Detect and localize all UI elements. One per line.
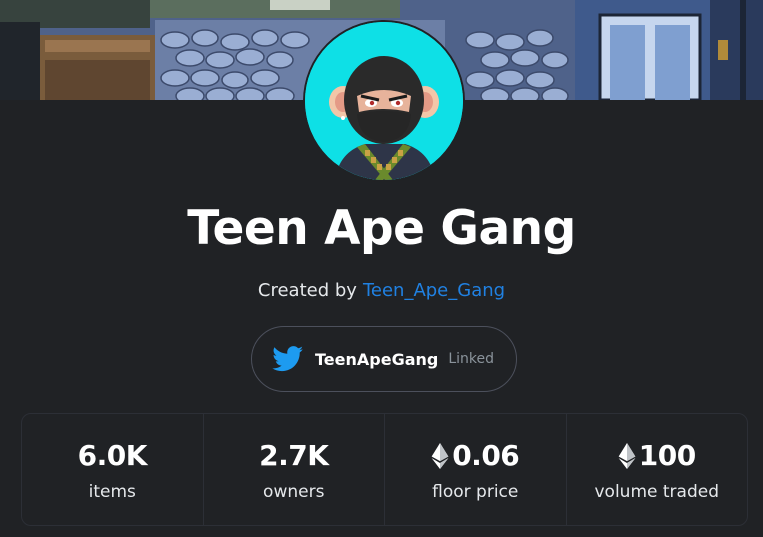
twitter-account-button[interactable]: TeenApeGang Linked <box>251 326 517 392</box>
stat-floor-price[interactable]: 0.06 floor price <box>385 414 567 525</box>
creator-link[interactable]: Teen_Ape_Gang <box>363 280 505 301</box>
stat-label: owners <box>263 481 325 502</box>
stat-value: 2.7K <box>259 439 329 472</box>
created-by: Created by Teen_Ape_Gang <box>0 279 763 303</box>
stat-label: floor price <box>432 481 519 502</box>
collection-avatar <box>303 20 465 182</box>
collection-stats: 6.0K items 2.7K owners 0.06 floor price … <box>21 413 748 526</box>
stat-items[interactable]: 6.0K items <box>22 414 204 525</box>
stat-label: items <box>88 481 136 502</box>
ethereum-icon <box>431 442 449 469</box>
stat-value: 0.06 <box>452 439 520 472</box>
stat-value: 100 <box>638 439 696 472</box>
twitter-icon <box>272 346 304 372</box>
collection-page: Teen Ape Gang Created by Teen_Ape_Gang Te… <box>0 0 763 537</box>
stat-value: 6.0K <box>77 439 148 472</box>
stat-label: volume traded <box>594 481 720 502</box>
ethereum-icon <box>618 442 636 469</box>
created-by-label: Created by <box>257 280 357 301</box>
stat-owners[interactable]: 2.7K owners <box>204 414 385 525</box>
collection-title: Teen Ape Gang <box>187 201 576 256</box>
stat-volume-traded[interactable]: 100 volume traded <box>567 414 748 525</box>
linked-status: Linked <box>448 351 495 367</box>
twitter-handle: TeenApeGang <box>315 349 439 369</box>
